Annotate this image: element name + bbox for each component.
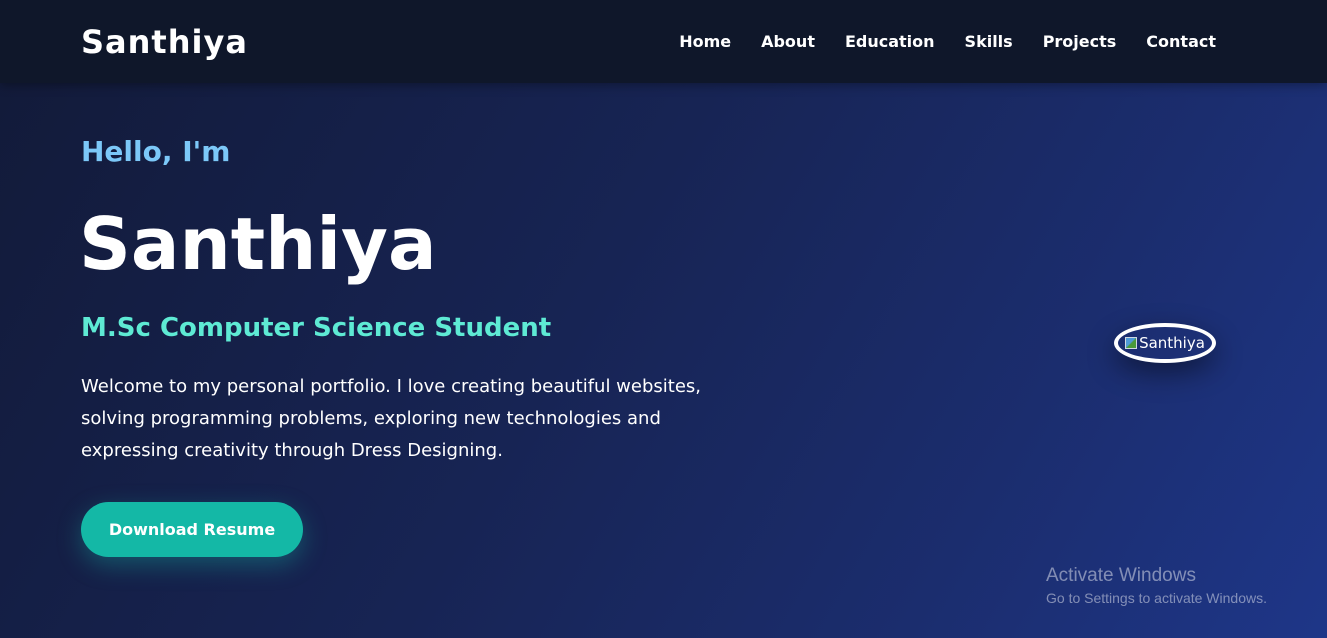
nav-item-projects: Projects	[1043, 30, 1117, 54]
windows-activation-watermark: Activate Windows Go to Settings to activ…	[1046, 564, 1267, 608]
hero-intro: Welcome to my personal portfolio. I love…	[81, 376, 702, 461]
nav-links: Home About Education Skills Projects Con…	[679, 30, 1216, 54]
nav-link-about[interactable]: About	[761, 30, 815, 54]
watermark-title: Activate Windows	[1046, 565, 1196, 586]
nav-link-home[interactable]: Home	[679, 30, 731, 54]
download-resume-button[interactable]: Download Resume	[81, 502, 303, 557]
nav-link-projects[interactable]: Projects	[1043, 30, 1117, 54]
broken-image-icon	[1125, 337, 1138, 349]
profile-image: Santhiya	[1114, 323, 1216, 363]
nav-item-home: Home	[679, 30, 731, 54]
navbar: Santhiya Home About Education Skills Pro…	[0, 0, 1327, 83]
nav-item-about: About	[761, 30, 815, 54]
nav-link-contact[interactable]: Contact	[1146, 30, 1216, 54]
hero-role: M.Sc Computer Science Student	[81, 313, 552, 343]
watermark-subtitle: Go to Settings to activate Windows.	[1046, 590, 1267, 606]
hero-greeting: Hello, I'm	[81, 135, 231, 168]
nav-item-skills: Skills	[965, 30, 1013, 54]
hero-name: Santhiya	[79, 202, 437, 286]
profile-image-alt-text: Santhiya	[1139, 334, 1205, 352]
site-logo[interactable]: Santhiya	[81, 22, 248, 62]
nav-item-contact: Contact	[1146, 30, 1216, 54]
nav-item-education: Education	[845, 30, 935, 54]
nav-link-education[interactable]: Education	[845, 30, 935, 54]
nav-link-skills[interactable]: Skills	[965, 30, 1013, 54]
